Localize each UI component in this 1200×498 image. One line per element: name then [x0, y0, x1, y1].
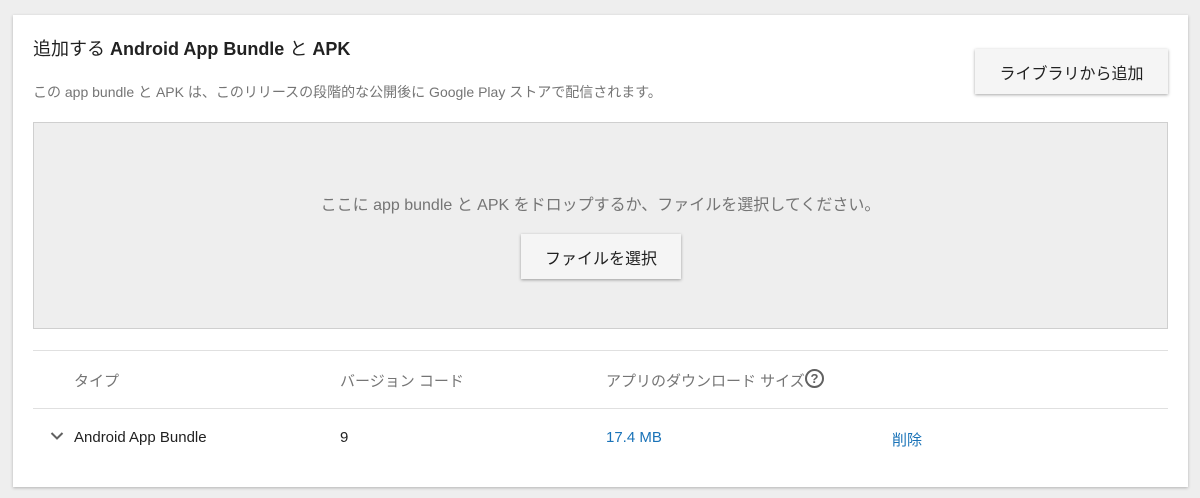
row-download-size-link[interactable]: 17.4 MB: [606, 429, 662, 446]
title-connector: と: [284, 39, 313, 59]
select-file-button[interactable]: ファイルを選択: [521, 234, 681, 279]
section-subtitle: この app bundle と APK は、このリリースの段階的な公開後に Go…: [33, 84, 662, 100]
title-apk: APK: [312, 39, 351, 59]
artifacts-table: タイプ バージョン コード アプリのダウンロード サイズ ? Android A…: [33, 350, 1168, 467]
section-title: 追加する Android App Bundle と APK: [33, 35, 350, 61]
upload-card: 追加する Android App Bundle と APK この app bun…: [13, 15, 1188, 487]
table-header: タイプ バージョン コード アプリのダウンロード サイズ ?: [33, 351, 1168, 408]
header-download-size: アプリのダウンロード サイズ: [606, 373, 805, 390]
row-version-code: 9: [340, 429, 349, 446]
title-prefix: 追加する: [33, 39, 111, 59]
file-dropzone[interactable]: ここに app bundle と APK をドロップするか、ファイルを選択してく…: [33, 122, 1168, 329]
table-row: Android App Bundle 9 17.4 MB 削除: [33, 409, 1168, 467]
delete-link[interactable]: 削除: [892, 429, 922, 450]
row-type: Android App Bundle: [74, 429, 207, 446]
header-version-code: バージョン コード: [340, 373, 464, 390]
help-circle-icon[interactable]: ?: [805, 369, 824, 388]
add-from-library-button[interactable]: ライブラリから追加: [975, 49, 1168, 94]
title-bundle: Android App Bundle: [110, 39, 285, 59]
chevron-down-icon[interactable]: [50, 431, 64, 441]
header-type: タイプ: [74, 373, 120, 390]
dropzone-instruction: ここに app bundle と APK をドロップするか、ファイルを選択してく…: [320, 197, 881, 214]
